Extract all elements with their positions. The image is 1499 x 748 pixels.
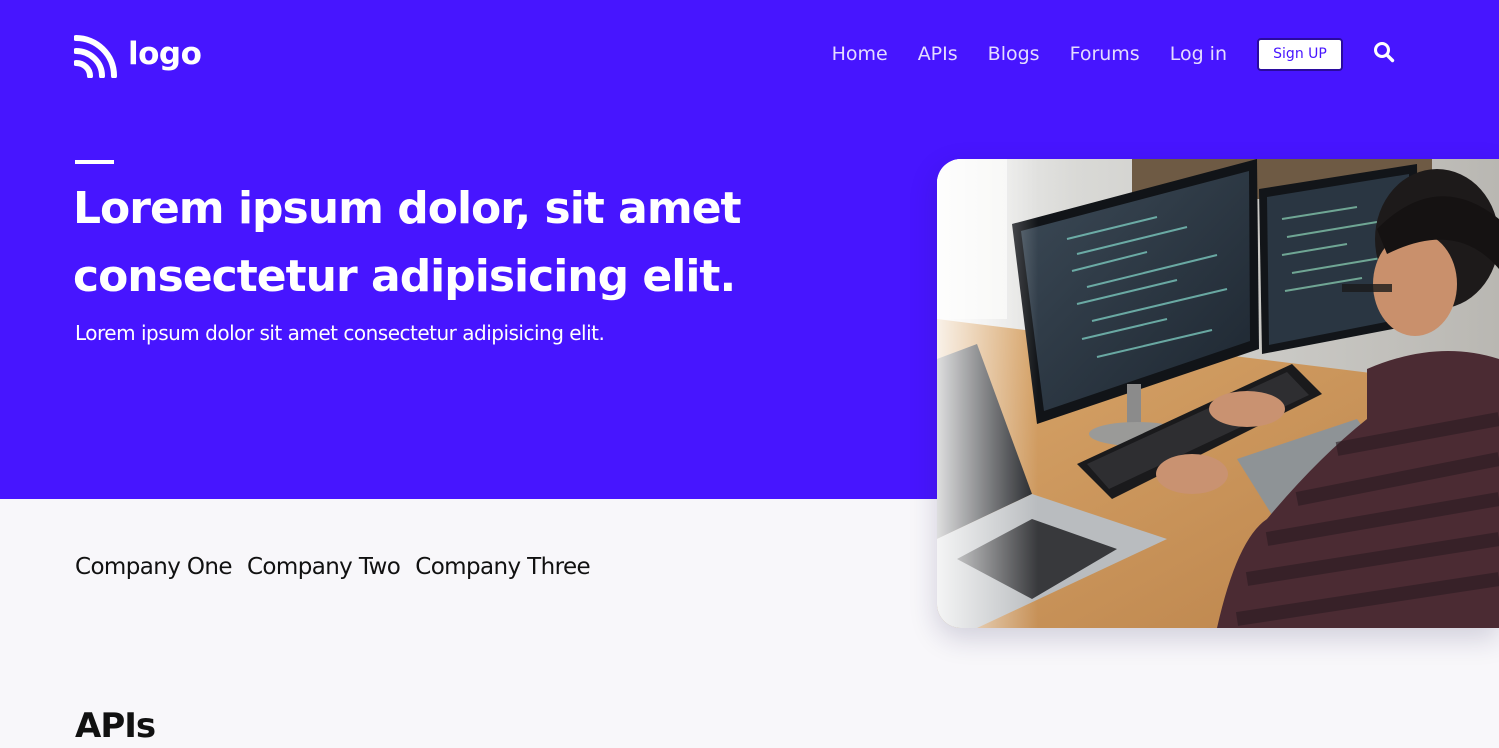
hero-headline: Lorem ipsum dolor, sit amet consectetur … <box>73 175 793 311</box>
apis-section-heading: APIs <box>75 706 156 746</box>
hero-headline-line-1: Lorem ipsum dolor, sit amet <box>73 183 742 234</box>
main-nav: Home APIs Blogs Forums Log in Sign UP <box>832 36 1395 72</box>
signup-button[interactable]: Sign UP <box>1257 37 1343 71</box>
nav-link-forums[interactable]: Forums <box>1070 44 1140 64</box>
nav-link-login[interactable]: Log in <box>1170 44 1227 64</box>
company-three: Company Three <box>415 554 591 580</box>
company-logos-row: Company One Company Two Company Three <box>75 552 591 582</box>
logo[interactable]: logo <box>74 34 202 78</box>
nav-link-blogs[interactable]: Blogs <box>988 44 1040 64</box>
nav-link-apis[interactable]: APIs <box>918 44 958 64</box>
hero-accent-rule <box>75 160 114 164</box>
logo-text: logo <box>128 35 202 72</box>
company-two: Company Two <box>246 554 401 580</box>
nav-link-home[interactable]: Home <box>832 44 888 64</box>
logo-mark-icon <box>74 35 117 78</box>
hero-headline-line-2: consectetur adipisicing elit. <box>73 251 736 302</box>
hero-photo-illustration <box>937 159 1499 628</box>
hero-photo <box>937 159 1499 628</box>
search-icon[interactable] <box>1373 41 1395 63</box>
company-one: Company One <box>75 554 233 580</box>
hero-subheading: Lorem ipsum dolor sit amet consectetur a… <box>75 321 605 345</box>
